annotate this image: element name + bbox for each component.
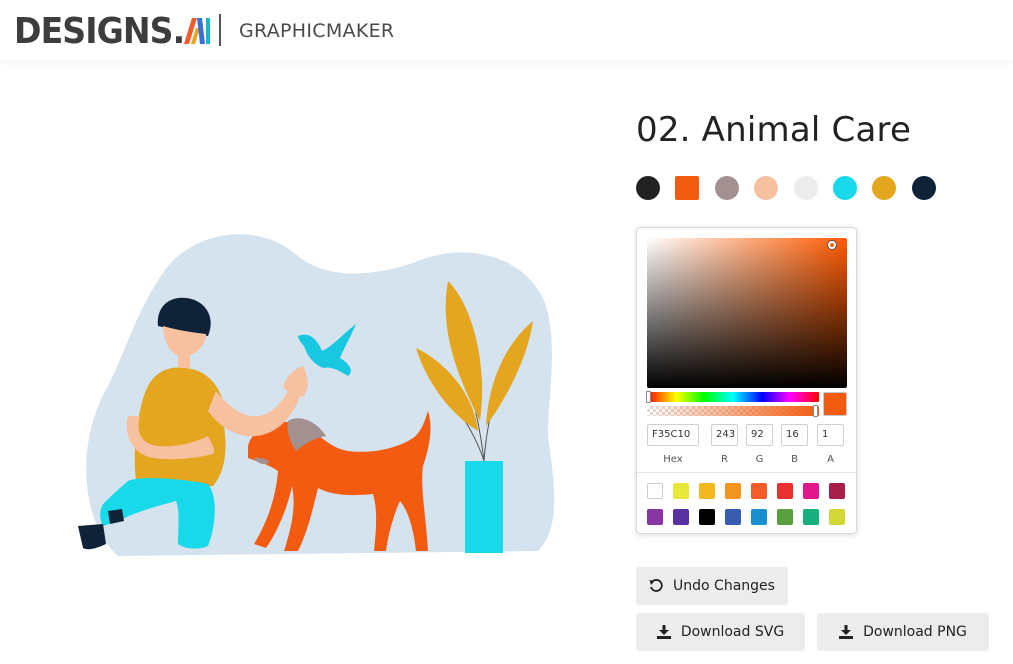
header-divider [219, 14, 221, 46]
saturation-area[interactable] [647, 238, 847, 388]
undo-changes-label: Undo Changes [673, 578, 775, 594]
preset-color-swatch[interactable] [647, 509, 663, 525]
red-input[interactable]: 243 [711, 424, 738, 446]
preset-color-swatch[interactable] [647, 483, 663, 499]
designs-ai-logo[interactable]: DESIGNS. [14, 10, 210, 52]
alpha-input[interactable]: 1 [817, 424, 844, 446]
saturation-handle[interactable] [828, 241, 836, 249]
design-title: 02. Animal Care [636, 110, 912, 150]
preset-color-swatch[interactable] [777, 483, 793, 499]
green-input[interactable]: 92 [746, 424, 773, 446]
preset-color-swatch[interactable] [699, 483, 715, 499]
hue-slider[interactable] [647, 392, 819, 402]
palette-swatch[interactable] [636, 176, 660, 200]
preset-color-swatch[interactable] [725, 509, 741, 525]
preset-color-swatch[interactable] [803, 483, 819, 499]
person-neck [178, 354, 190, 368]
alpha-slider[interactable] [647, 406, 819, 416]
preset-color-swatch[interactable] [803, 509, 819, 525]
hue-slider-handle[interactable] [646, 391, 651, 403]
logo-text: DESIGNS. [14, 11, 185, 52]
preset-color-swatch[interactable] [751, 509, 767, 525]
person-shirt [134, 367, 226, 488]
graphicmaker-brand[interactable]: GRAPHICMAKER [239, 20, 394, 42]
top-header: DESIGNS. GRAPHICMAKER [0, 0, 1013, 60]
download-svg-button[interactable]: Download SVG [636, 613, 805, 651]
green-label: G [755, 454, 764, 465]
plant-vase [465, 461, 503, 553]
palette-swatch[interactable] [675, 176, 700, 200]
download-png-label: Download PNG [863, 624, 967, 640]
hex-label: Hex [663, 454, 683, 465]
palette-swatch[interactable] [833, 176, 857, 200]
alpha-label: A [827, 454, 834, 465]
download-icon [656, 625, 671, 639]
preset-color-swatch[interactable] [829, 483, 845, 499]
undo-icon [649, 579, 663, 592]
color-preview [823, 392, 847, 416]
preset-color-swatch[interactable] [751, 483, 767, 499]
palette-swatch[interactable] [911, 176, 936, 200]
preset-color-swatch[interactable] [673, 509, 689, 525]
preset-color-swatch[interactable] [699, 509, 715, 525]
preset-color-swatch[interactable] [673, 483, 689, 499]
download-icon [839, 625, 854, 639]
preset-color-swatch[interactable] [777, 509, 793, 525]
preset-divider [637, 472, 856, 473]
preset-color-swatch[interactable] [829, 509, 845, 525]
blue-input[interactable]: 16 [781, 424, 808, 446]
palette-swatch[interactable] [754, 176, 779, 200]
download-svg-label: Download SVG [680, 624, 785, 640]
download-png-button[interactable]: Download PNG [817, 613, 989, 651]
logo-ai-mark [184, 18, 210, 44]
hex-input[interactable]: F35C10 [647, 424, 699, 446]
preset-color-swatch[interactable] [725, 483, 741, 499]
person-shoe [78, 524, 106, 550]
animal-care-illustration[interactable] [78, 226, 558, 556]
alpha-slider-handle[interactable] [813, 405, 818, 417]
palette-swatch[interactable] [793, 176, 818, 200]
undo-changes-button[interactable]: Undo Changes [636, 567, 788, 605]
red-label: R [721, 454, 728, 465]
palette-swatch[interactable] [714, 176, 739, 200]
blue-label: B [791, 454, 798, 465]
palette-swatch[interactable] [872, 176, 897, 200]
color-picker-popup: F35C10 243 92 16 1 Hex R G B A [636, 227, 857, 534]
